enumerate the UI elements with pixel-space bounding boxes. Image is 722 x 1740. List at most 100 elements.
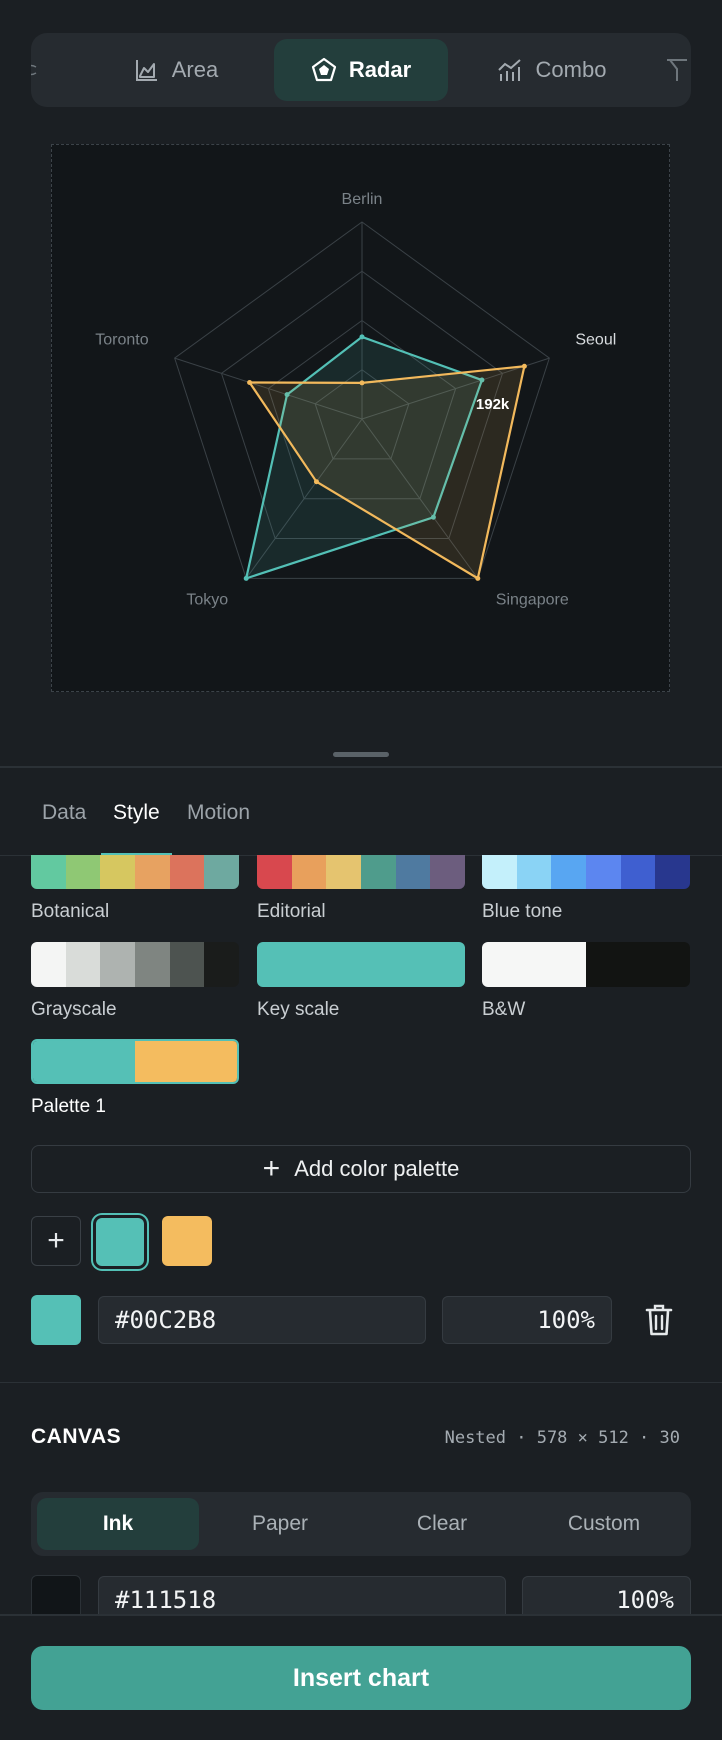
add-color-palette-button[interactable]: + Add color palette [31, 1145, 691, 1193]
palette-name: Blue tone [482, 901, 563, 922]
chart-type-tab-radar[interactable]: Radar [274, 39, 448, 101]
hex-value: #111518 [115, 1586, 217, 1614]
palette-swatch [65, 855, 101, 889]
chart-type-label: Area [171, 57, 219, 82]
color-swatch[interactable] [31, 1295, 81, 1345]
combo-chart-icon [497, 59, 521, 81]
palette-swatch [326, 855, 362, 889]
tab-label: Style [113, 801, 160, 824]
palette-editorial[interactable]: Editorial [257, 855, 465, 923]
add-palette-label: Add color palette [294, 1156, 460, 1181]
canvas-section-title: CANVAS [31, 1425, 122, 1448]
palette-key-scale[interactable]: Key scale [257, 942, 465, 1021]
palette-color-chip[interactable] [96, 1218, 144, 1266]
palette-swatches [31, 942, 239, 987]
plus-icon: + [262, 1152, 281, 1185]
palette-name: Key scale [257, 999, 340, 1020]
chart-type-tab-combo[interactable]: Combo [471, 39, 631, 101]
palette-swatch [482, 855, 517, 889]
plus-icon: + [47, 1224, 65, 1257]
palette-b-w[interactable]: B&W [482, 942, 690, 1021]
palette-grayscale[interactable]: Grayscale [31, 942, 239, 1021]
palette-swatch [620, 855, 656, 889]
tab-label: Motion [187, 801, 251, 824]
radar-data-label: 192k [476, 396, 510, 413]
palette-swatch [204, 855, 239, 889]
tab-label: Data [42, 801, 87, 824]
tab-data[interactable]: Data [42, 770, 86, 856]
chart-type-tab-partial-right[interactable] [657, 39, 691, 101]
divider [0, 766, 722, 768]
palette-name: Botanical [31, 901, 110, 922]
opacity-input[interactable]: 100% [442, 1296, 612, 1344]
chart-type-tab-area[interactable]: Area [101, 39, 251, 101]
palette-botanical[interactable]: Botanical [31, 855, 239, 923]
palette-swatch [430, 855, 465, 889]
palette-name: Palette 1 [31, 1096, 106, 1117]
option-label: Paper [251, 1512, 309, 1535]
palette-swatch [169, 942, 205, 987]
tab-motion[interactable]: Motion [187, 770, 250, 856]
palette-swatch [257, 855, 292, 889]
palette-palette-1[interactable]: Palette 1 [31, 1039, 239, 1118]
palette-swatch [586, 855, 621, 889]
radar-axis-label: Berlin [342, 191, 383, 208]
palette-swatches [31, 1039, 239, 1084]
resize-handle[interactable] [333, 752, 389, 757]
palette-swatch [135, 855, 170, 889]
palette-swatch [100, 942, 136, 987]
palette-swatch [33, 1041, 135, 1082]
radar-axis-label: Seoul [575, 331, 616, 348]
chart-preview: Berlin Seoul Singapore Tokyo Toronto 192k [51, 144, 670, 692]
palette-name: Grayscale [31, 999, 117, 1020]
palette-swatch [395, 855, 431, 889]
radar-point [475, 575, 481, 581]
opacity-value: 100% [616, 1586, 674, 1614]
palette-swatch [361, 855, 396, 889]
palette-blue-tone[interactable]: Blue tone [482, 855, 690, 923]
canvas-option-paper[interactable]: Paper [199, 1498, 361, 1550]
insert-chart-label: Insert chart [292, 1663, 430, 1692]
palette-swatches [257, 942, 465, 987]
canvas-option-custom[interactable]: Custom [523, 1498, 685, 1550]
canvas-meta: Nested · 578 × 512 · 30 [444, 1428, 680, 1448]
opacity-value: 100% [537, 1306, 595, 1334]
palette-name: Editorial [257, 901, 326, 922]
option-label: Clear [416, 1512, 468, 1535]
palette-swatch [169, 855, 205, 889]
hex-value: #00C2B8 [115, 1306, 217, 1334]
partial-icon-left [31, 64, 37, 76]
option-label: Custom [567, 1512, 641, 1535]
chart-type-tab-partial-left[interactable] [31, 39, 51, 101]
delete-color-button[interactable] [645, 1303, 673, 1342]
palette-swatches [257, 855, 465, 889]
palette-swatch [482, 942, 586, 987]
radar-point [359, 380, 365, 386]
palette-swatches [482, 855, 690, 889]
canvas-option-ink[interactable]: Ink [37, 1498, 199, 1550]
radar-chart: Berlin Seoul Singapore Tokyo Toronto 192k [95, 191, 616, 609]
chart-type-label: Combo [535, 57, 607, 82]
hex-color-input[interactable]: #00C2B8 [98, 1296, 426, 1344]
radar-axis-label: Singapore [496, 592, 569, 609]
add-color-button[interactable]: + [31, 1216, 81, 1266]
palette-color-chip[interactable] [162, 1216, 212, 1266]
option-label: Ink [102, 1512, 134, 1535]
radar-point [521, 363, 527, 369]
trash-icon [645, 1304, 673, 1336]
palette-swatch [135, 1041, 237, 1082]
insert-chart-button[interactable]: Insert chart [31, 1646, 691, 1710]
palette-name: B&W [482, 999, 526, 1020]
palette-swatch [31, 942, 66, 987]
palette-swatch [257, 942, 465, 987]
palette-swatches [31, 855, 239, 889]
palette-swatch [516, 855, 552, 889]
chart-type-label: Radar [348, 57, 412, 82]
palette-swatch [291, 855, 327, 889]
canvas-option-clear[interactable]: Clear [361, 1498, 523, 1550]
tab-style[interactable]: Style [101, 770, 172, 856]
panel-tabs: Data Style Motion [0, 770, 722, 856]
radar-axis-label: Tokyo [186, 592, 228, 609]
area-chart-icon [135, 60, 157, 81]
funnel-chart-icon [667, 59, 687, 81]
